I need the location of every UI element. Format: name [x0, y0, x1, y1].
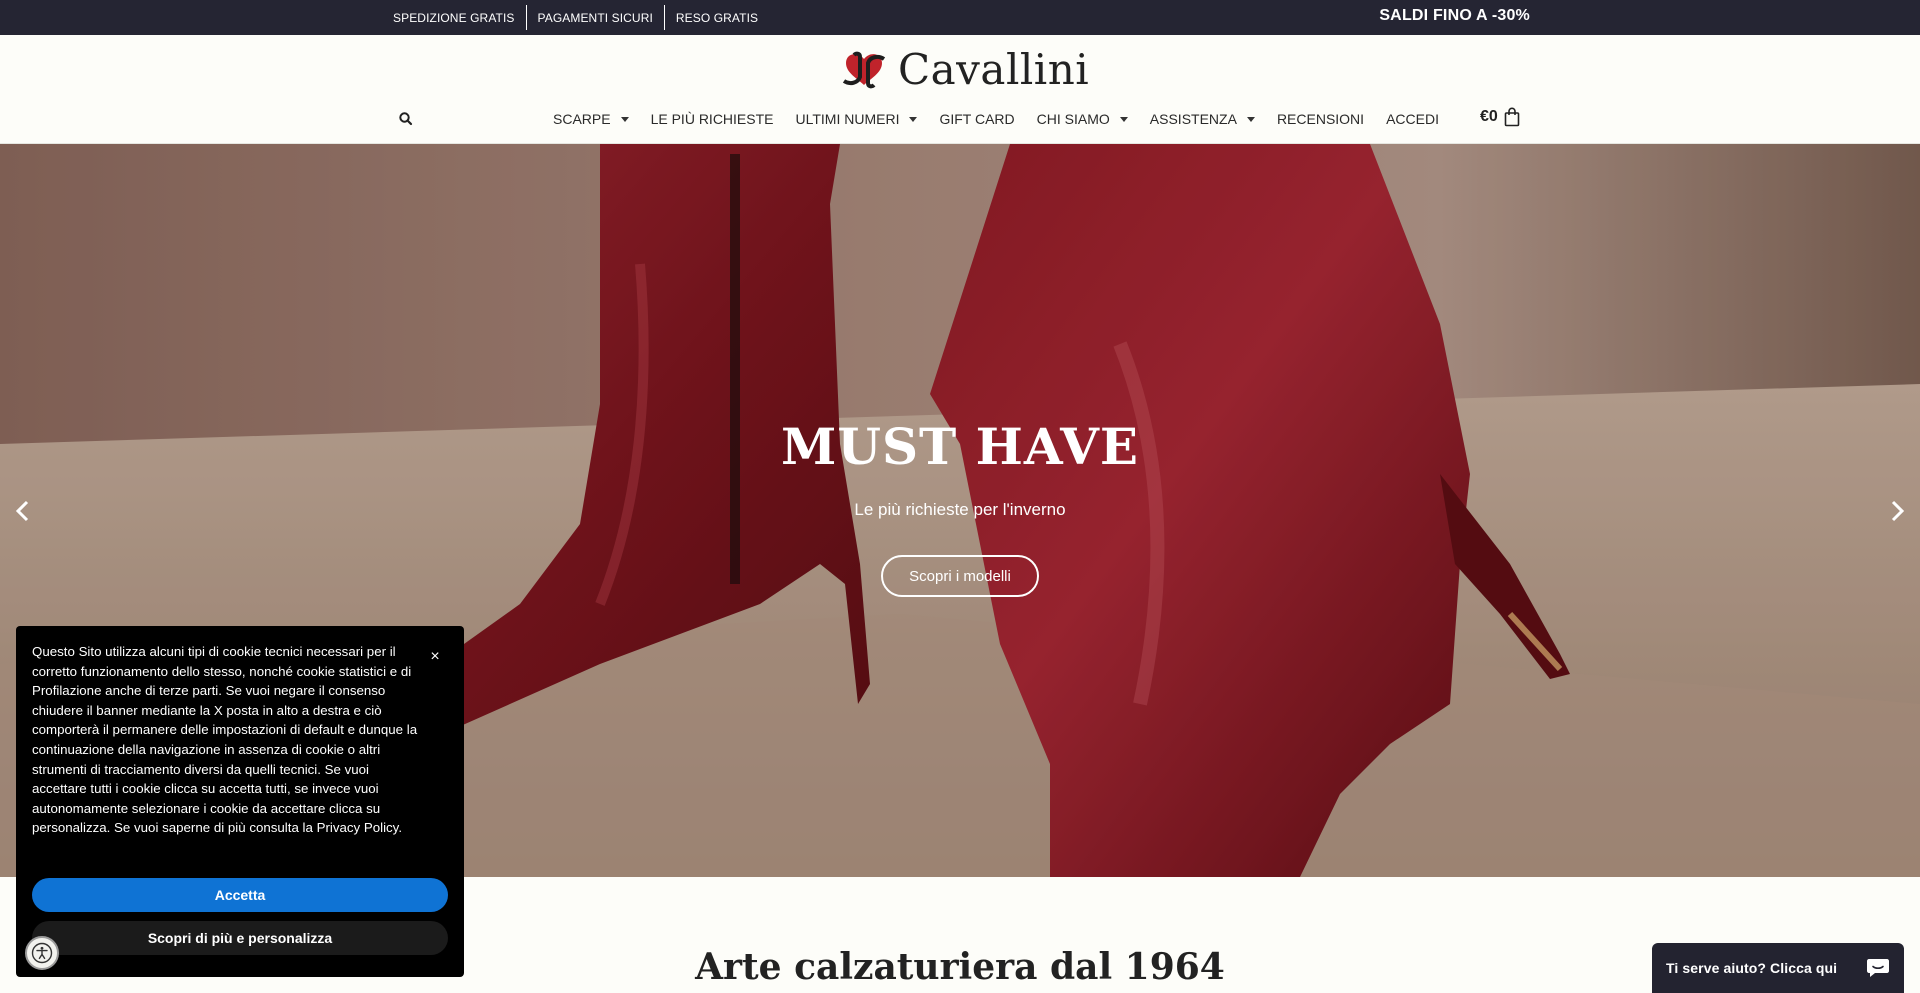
search-icon[interactable] — [398, 111, 414, 127]
chevron-left-icon[interactable] — [8, 496, 38, 526]
nav-item-chi-siamo[interactable]: CHI SIAMO — [1037, 111, 1128, 127]
customize-cookies-button[interactable]: Scopri di più e personalizza — [32, 921, 448, 955]
nav-label: ULTIMI NUMERI — [795, 111, 900, 127]
nav-label: ASSISTENZA — [1149, 111, 1237, 127]
nav-item-recensioni[interactable]: RECENSIONI — [1277, 111, 1364, 127]
accept-cookies-button[interactable]: Accetta — [32, 878, 448, 912]
nav-label: RECENSIONI — [1276, 111, 1365, 127]
top-bar: SPEDIZIONE GRATIS PAGAMENTI SICURI RESO … — [0, 0, 1920, 35]
logo[interactable]: Cavallini — [840, 45, 1090, 94]
sale-promo[interactable]: SALDI FINO A -30% — [1379, 0, 1530, 32]
shopping-bag-icon — [1504, 107, 1520, 127]
cookie-text: Questo Sito utilizza alcuni tipi di cook… — [32, 644, 418, 836]
nav-item-accedi[interactable]: ACCEDI — [1386, 111, 1439, 127]
chat-icon — [1867, 959, 1889, 977]
logo-mark-icon — [842, 51, 886, 88]
accessibility-icon — [31, 942, 53, 964]
chevron-down-icon — [909, 116, 918, 122]
topbar-links: SPEDIZIONE GRATIS PAGAMENTI SICURI RESO … — [382, 0, 769, 35]
nav-item-scarpe[interactable]: SCARPE — [553, 111, 629, 127]
hero-subtitle: Le più richieste per l'inverno — [854, 500, 1066, 519]
nav-item-piu-richieste[interactable]: LE PIÙ RICHIESTE — [651, 111, 774, 127]
cookie-banner: Questo Sito utilizza alcuni tipi di cook… — [16, 626, 464, 977]
nav-label: SCARPE — [553, 111, 611, 127]
chevron-down-icon — [1246, 116, 1255, 122]
chevron-down-icon — [1119, 116, 1128, 122]
chevron-down-icon — [620, 116, 629, 122]
chat-label: Ti serve aiuto? Clicca qui — [1666, 960, 1838, 976]
logo-text: Cavallini — [898, 45, 1090, 94]
close-icon[interactable]: × — [428, 649, 442, 665]
nav-item-assistenza[interactable]: ASSISTENZA — [1150, 111, 1255, 127]
chat-widget[interactable]: Ti serve aiuto? Clicca qui — [1652, 943, 1904, 993]
accessibility-button[interactable] — [25, 936, 59, 970]
nav-label: ACCEDI — [1386, 111, 1439, 127]
hero-title: MUST HAVE — [781, 417, 1139, 476]
chevron-right-icon[interactable] — [1882, 496, 1912, 526]
nav-label: LE PIÙ RICHIESTE — [650, 111, 774, 127]
site-header: Cavallini SCARPE LE PIÙ RICHIESTE ULTIMI… — [0, 35, 1920, 144]
topbar-link-payments[interactable]: PAGAMENTI SICURI — [527, 5, 665, 30]
nav-label: GIFT CARD — [939, 111, 1015, 127]
nav-label: CHI SIAMO — [1036, 111, 1110, 127]
main-nav: SCARPE LE PIÙ RICHIESTE ULTIMI NUMERI GI… — [553, 107, 1461, 131]
nav-item-gift-card[interactable]: GIFT CARD — [939, 111, 1014, 127]
topbar-link-returns[interactable]: RESO GRATIS — [665, 5, 769, 30]
cart-total: €0 — [1480, 108, 1498, 125]
cart-button[interactable]: €0 — [1480, 107, 1520, 127]
topbar-link-shipping[interactable]: SPEDIZIONE GRATIS — [382, 5, 527, 30]
nav-item-ultimi-numeri[interactable]: ULTIMI NUMERI — [796, 111, 918, 127]
discover-models-button[interactable]: Scopri i modelli — [881, 555, 1039, 597]
